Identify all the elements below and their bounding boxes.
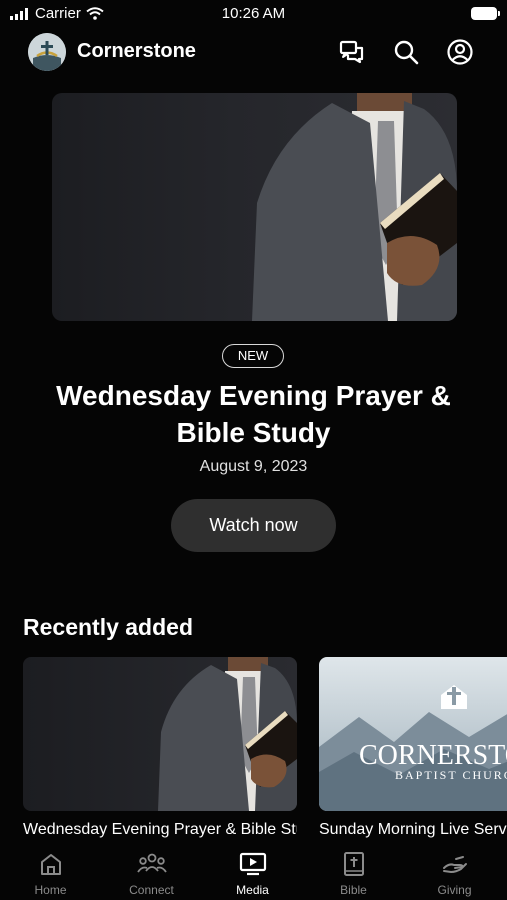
- giving-icon: [443, 856, 467, 874]
- recent-item-title[interactable]: Wednesday Evening Prayer & Bible Study: [23, 821, 297, 839]
- people-icon: [137, 853, 167, 873]
- tab-label: Connect: [129, 883, 174, 897]
- profile-icon[interactable]: [446, 38, 474, 66]
- tab-label: Giving: [437, 883, 472, 897]
- thumb-brand-subtext: BAPTIST CHURCH: [395, 768, 507, 782]
- search-icon[interactable]: [392, 38, 420, 66]
- tab-home[interactable]: Home: [0, 840, 101, 900]
- recent-item-thumbnail[interactable]: CORNERSTONE BAPTIST CHURCH: [319, 657, 507, 811]
- tab-label: Media: [236, 883, 269, 897]
- hero-date: August 9, 2023: [199, 458, 308, 475]
- tab-media[interactable]: Media: [202, 840, 303, 900]
- tab-label: Home: [34, 883, 67, 897]
- battery-icon: [471, 7, 500, 20]
- chat-icon[interactable]: [338, 38, 366, 66]
- church-logo[interactable]: [28, 33, 66, 71]
- home-icon: [41, 854, 61, 875]
- status-time: 10:26 AM: [221, 5, 286, 22]
- tab-bar: Home Connect Media Bible Giving: [0, 840, 507, 900]
- watch-now-button[interactable]: Watch now: [171, 499, 336, 552]
- recent-item-title[interactable]: Sunday Morning Live Service: [319, 821, 507, 839]
- status-bar: Carrier 10:26 AM: [0, 0, 507, 30]
- tab-connect[interactable]: Connect: [101, 840, 202, 900]
- tab-label: Bible: [340, 883, 367, 897]
- bible-icon: [344, 852, 364, 876]
- app-header: Cornerstone: [0, 30, 507, 76]
- section-title-recently-added: Recently added: [23, 614, 193, 640]
- app-title: Cornerstone: [77, 40, 196, 62]
- media-icon: [239, 852, 267, 876]
- recent-item-thumbnail[interactable]: [23, 657, 297, 811]
- hero-thumbnail[interactable]: [52, 93, 457, 321]
- hero-title: Wednesday Evening Prayer & Bible Study: [56, 380, 451, 448]
- tab-bible[interactable]: Bible: [303, 840, 404, 900]
- thumb-brand-text: CORNERSTONE: [359, 740, 507, 771]
- tab-giving[interactable]: Giving: [404, 840, 505, 900]
- new-badge: NEW: [222, 344, 284, 368]
